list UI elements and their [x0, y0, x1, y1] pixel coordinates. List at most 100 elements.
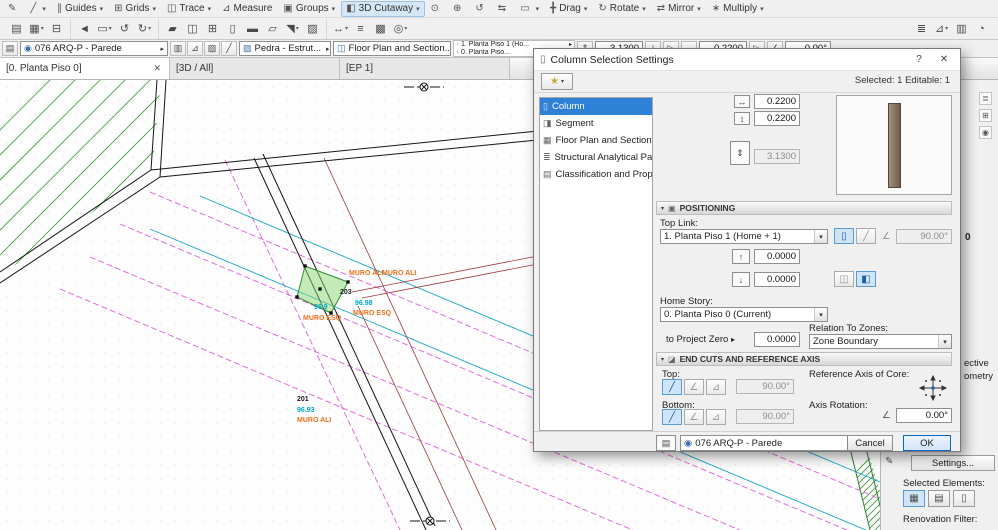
cut-type-button[interactable]: ⊿: [706, 409, 726, 425]
menubar-item[interactable]: ◧ 3D Cutaway ▾: [341, 0, 425, 17]
element-type-button[interactable]: ▦: [903, 490, 925, 507]
tool-icon-button[interactable]: ▰: [163, 20, 182, 38]
menubar-item[interactable]: ∥ Guides ▾: [52, 1, 108, 17]
panel-side-icon[interactable]: ⊞: [979, 109, 992, 122]
tool-icon-button[interactable]: ▬: [243, 20, 262, 38]
projection-option-fragment[interactable]: ective: [964, 358, 989, 369]
tree-item[interactable]: ▯ Column: [540, 98, 652, 115]
link-mode-button[interactable]: ╱: [856, 228, 876, 244]
cut-type-button[interactable]: ∠: [684, 379, 704, 395]
view-tab[interactable]: [0. Planta Piso 0] ✕: [0, 58, 170, 79]
menubar-item[interactable]: ↻ Rotate ▾: [593, 1, 650, 17]
panel-side-icon[interactable]: ≣: [979, 92, 992, 105]
link-mode-button[interactable]: ▯: [834, 228, 854, 244]
close-icon[interactable]: ✕: [151, 63, 163, 74]
menubar-item[interactable]: ⇆: [493, 1, 514, 17]
tool-icon-button[interactable]: ▦ ▾: [27, 20, 46, 38]
element-type-button[interactable]: ▤: [928, 490, 950, 507]
flyout-arrow-icon[interactable]: ▸: [731, 335, 735, 344]
positioning-section-header[interactable]: ▾ ▣ POSITIONING: [656, 201, 952, 215]
settings-button[interactable]: Settings...: [911, 455, 995, 471]
menubar-item[interactable]: ✎: [3, 1, 24, 17]
tool-icon-button[interactable]: ⊟: [47, 20, 66, 38]
tool-icon-button[interactable]: ▱: [263, 20, 282, 38]
menubar-item[interactable]: ╱ ▾: [25, 1, 51, 17]
projection-option-fragment[interactable]: ometry: [964, 371, 993, 382]
menubar-item[interactable]: ◫ Trace ▾: [162, 1, 216, 17]
menubar-item[interactable]: ⊙: [426, 1, 447, 17]
core-depth-field[interactable]: [754, 111, 800, 126]
display-mode-selector[interactable]: ◫ Floor Plan and Section... ▸: [333, 41, 451, 56]
tool-icon-button[interactable]: ◎ ▾: [391, 20, 410, 38]
tool-icon-button[interactable]: ▯: [223, 20, 242, 38]
relation-to-zones-selector[interactable]: Zone Boundary ▾: [809, 334, 952, 349]
menubar-item[interactable]: ▣ Groups ▾: [278, 1, 340, 17]
cut-type-button[interactable]: ╱: [662, 379, 682, 395]
tree-item[interactable]: ≣ Structural Analytical Paramet...: [540, 149, 652, 166]
tool-icon-button[interactable]: ▭ ▾: [95, 20, 114, 38]
tool-icon-button[interactable]: ▨: [303, 20, 322, 38]
tree-item[interactable]: ▦ Floor Plan and Section: [540, 132, 652, 149]
view-tab[interactable]: [EP 1]: [340, 58, 510, 79]
ok-button[interactable]: OK: [903, 435, 951, 451]
tool-icon-button[interactable]: ▩: [371, 20, 390, 38]
layers-icon-button[interactable]: ▤: [656, 435, 676, 451]
tool-icon-button[interactable]: ≡: [351, 20, 370, 38]
menubar-item-label: Guides: [64, 3, 97, 14]
view-tab[interactable]: [3D / All]: [170, 58, 340, 79]
cut-type-button[interactable]: ⊿: [706, 379, 726, 395]
tool-icon-button[interactable]: ▤: [7, 20, 26, 38]
tool-icon-button[interactable]: ◫: [183, 20, 202, 38]
panel-icon-button[interactable]: ⊿ ▾: [932, 20, 951, 38]
tool-icon-button[interactable]: ◥ ▾: [283, 20, 302, 38]
building-material-selector[interactable]: ▨ Pedra - Estrut... ▸: [239, 41, 331, 56]
home-story-selector[interactable]: 0. Planta Piso 0 (Current) ▾: [660, 307, 828, 322]
menubar-item[interactable]: ∗ Multiply ▾: [707, 1, 769, 17]
panel-icon-button[interactable]: ▥: [952, 20, 971, 38]
close-button[interactable]: ✕: [934, 51, 954, 69]
tool-icon-button[interactable]: ◄: [75, 20, 94, 38]
cut-type-button[interactable]: ╱: [662, 409, 682, 425]
tool-icon-button[interactable]: ↔ ▾: [331, 20, 350, 38]
tool-icon-button[interactable]: ⊞: [203, 20, 222, 38]
element-type-button[interactable]: ▯: [953, 490, 975, 507]
menubar-item[interactable]: ⇄ Mirror ▾: [652, 1, 706, 17]
menubar-item[interactable]: ⊿ Measure: [217, 1, 277, 17]
bottom-offset-field[interactable]: [754, 272, 800, 287]
axis-rotation-field[interactable]: [896, 408, 952, 423]
menubar-item[interactable]: ╋ Drag ▾: [545, 1, 592, 17]
tree-item-icon: ▯: [543, 101, 548, 111]
tool-icon-button[interactable]: ↻ ▾: [135, 20, 154, 38]
navigator-icon[interactable]: ▤: [2, 41, 18, 56]
reference-axis-selector[interactable]: [918, 375, 948, 401]
cut-type-button[interactable]: ∠: [684, 409, 704, 425]
menubar-item[interactable]: ▭ ▾: [515, 1, 544, 17]
end-cuts-section-header[interactable]: ▾ ◪ END CUTS AND REFERENCE AXIS: [656, 352, 952, 366]
anchor-point-button[interactable]: ◫: [834, 271, 854, 287]
menubar-item[interactable]: ⊞ Grids ▾: [109, 1, 161, 17]
panel-icon-button[interactable]: ◔: [972, 20, 991, 38]
top-link-selector[interactable]: 1. Planta Piso 1 (Home + 1) ▾: [660, 229, 828, 244]
attribute-icon-button[interactable]: ▨: [204, 41, 220, 56]
help-button[interactable]: ?: [909, 51, 929, 69]
top-offset-field[interactable]: [754, 249, 800, 264]
to-project-zero-field[interactable]: [754, 332, 800, 347]
menubar-item[interactable]: ⊕: [448, 1, 469, 17]
attribute-icon-button[interactable]: ⊿: [187, 41, 203, 56]
tree-item[interactable]: ◨ Segment: [540, 115, 652, 132]
attribute-icon-button[interactable]: ▥: [170, 41, 186, 56]
layer-selector[interactable]: ◉ 076 ARQ-P - Parede ▸: [20, 41, 168, 56]
menubar-item[interactable]: ↺: [470, 1, 491, 17]
tool-icon-button[interactable]: ↺: [115, 20, 134, 38]
panel-icon-button[interactable]: ≣: [912, 20, 931, 38]
options-toolbar: ✎ ╱ ▾ ∥ Guides ▾ ⊞ Grids ▾ ◫ Trace ▾ ⊿ M…: [0, 0, 998, 18]
dialog-layer-selector[interactable]: ◉ 076 ARQ-P - Parede ▸: [680, 435, 866, 451]
cancel-button[interactable]: Cancel: [847, 435, 893, 451]
core-width-field[interactable]: [754, 94, 800, 109]
attribute-icon-button[interactable]: ╱: [221, 41, 237, 56]
tree-item[interactable]: ▤ Classification and Properties: [540, 166, 652, 183]
panel-side-icon[interactable]: ◉: [979, 126, 992, 139]
anchor-point-button[interactable]: ◧: [856, 271, 876, 287]
favorites-button[interactable]: ★ ▾: [541, 73, 573, 90]
dialog-title-bar[interactable]: ▯ Column Selection Settings ? ✕: [534, 49, 960, 71]
